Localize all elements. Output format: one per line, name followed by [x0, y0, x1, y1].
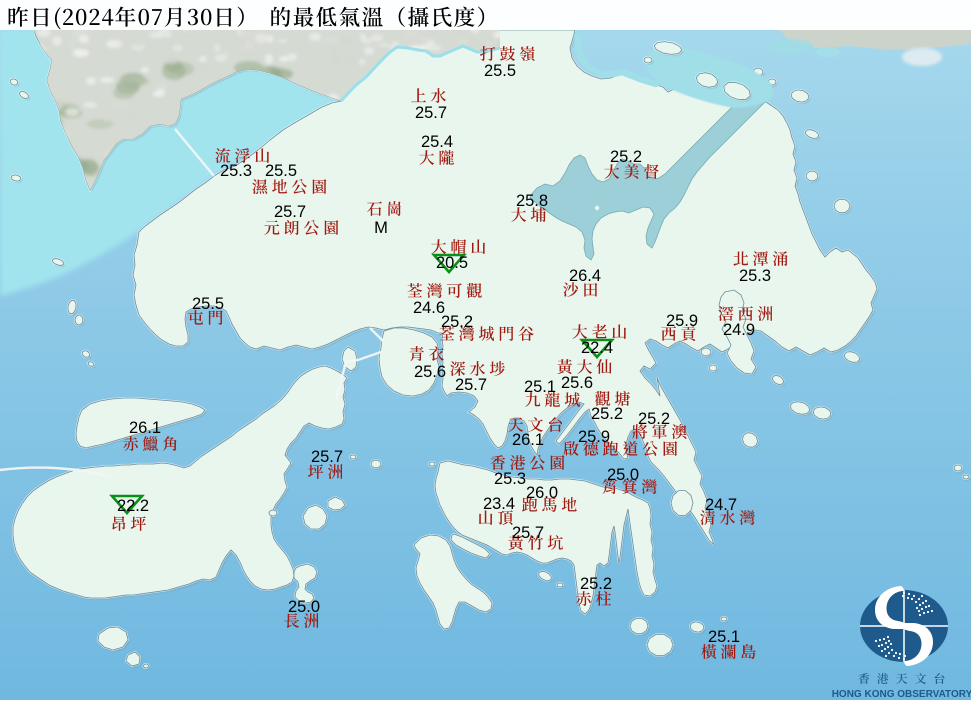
svg-text:25.2: 25.2 [591, 405, 623, 423]
svg-text:26.1: 26.1 [129, 419, 161, 437]
svg-text:25.5: 25.5 [192, 295, 224, 313]
svg-text:HONG KONG OBSERVATORY: HONG KONG OBSERVATORY [832, 689, 971, 700]
svg-text:25.5: 25.5 [265, 162, 297, 180]
svg-text:25.0: 25.0 [288, 598, 320, 616]
svg-text:26.4: 26.4 [569, 267, 601, 285]
svg-text:24.7: 24.7 [705, 496, 737, 514]
svg-text:25.2: 25.2 [610, 148, 642, 166]
svg-text:25.2: 25.2 [441, 313, 473, 331]
svg-text:22.4: 22.4 [581, 339, 613, 357]
svg-text:25.9: 25.9 [578, 428, 610, 446]
svg-text:25.1: 25.1 [708, 628, 740, 646]
svg-text:25.0: 25.0 [607, 466, 639, 484]
svg-text:25.4: 25.4 [421, 133, 453, 151]
svg-text:25.7: 25.7 [512, 524, 544, 542]
svg-text:26.1: 26.1 [512, 431, 544, 449]
svg-text:25.3: 25.3 [220, 162, 252, 180]
svg-text:25.6: 25.6 [561, 374, 593, 392]
svg-text:25.2: 25.2 [638, 410, 670, 428]
svg-text:25.9: 25.9 [666, 312, 698, 330]
svg-text:25.5: 25.5 [484, 62, 516, 80]
svg-text:25.7: 25.7 [415, 104, 447, 122]
svg-text:23.4: 23.4 [483, 495, 515, 513]
svg-text:25.7: 25.7 [455, 376, 487, 394]
svg-text:24.9: 24.9 [723, 321, 755, 339]
svg-text:25.7: 25.7 [311, 448, 343, 466]
svg-text:26.0: 26.0 [526, 484, 558, 502]
svg-text:M: M [374, 219, 388, 237]
svg-text:25.6: 25.6 [414, 363, 446, 381]
svg-text:20.5: 20.5 [436, 254, 468, 272]
svg-text:25.3: 25.3 [739, 267, 771, 285]
svg-text:25.7: 25.7 [274, 203, 306, 221]
svg-text:25.8: 25.8 [516, 192, 548, 210]
svg-text:22.2: 22.2 [117, 497, 149, 515]
svg-text:25.1: 25.1 [524, 378, 556, 396]
svg-text:25.2: 25.2 [580, 575, 612, 593]
svg-text:25.3: 25.3 [494, 470, 526, 488]
